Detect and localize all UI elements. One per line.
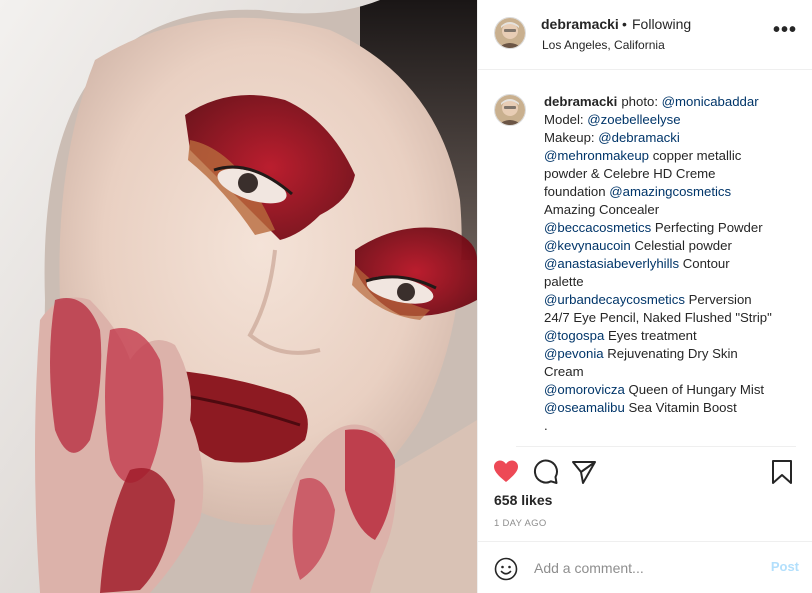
caption-line: foundation @amazingcosmetics [544,183,802,201]
caption-line: @beccacosmetics Perfecting Powder [544,219,802,237]
mention-link[interactable]: @urbandecaycosmetics [544,292,685,307]
location-link[interactable]: Los Angeles, California [542,38,665,52]
caption-line: 24/7 Eye Pencil, Naked Flushed "Strip" [544,309,802,327]
caption-line: Makeup: @debramacki [544,129,802,147]
avatar-image [495,18,525,48]
caption-text-segment: Celestial powder [630,238,732,253]
caption-line: @urbandecaycosmetics Perversion [544,291,802,309]
mention-link[interactable]: @mehronmakeup [544,148,649,163]
caption-text-segment: foundation [544,184,610,199]
caption-line: . [544,417,802,435]
post-comment-button[interactable]: Post [771,559,799,574]
mention-link[interactable]: @debramacki [598,130,680,145]
post-date[interactable]: 1 DAY AGO [494,518,547,529]
caption-text-segment: powder & Celebre HD Creme [544,166,716,181]
caption-text-segment: Amazing Concealer [544,202,660,217]
caption-text-segment: Contour [679,256,730,271]
comment-bar: Post [478,541,812,593]
action-bar [478,452,812,492]
mention-link[interactable]: @kevynaucoin [544,238,631,253]
header-username[interactable]: debramacki [541,16,619,32]
mention-link[interactable]: @amazingcosmetics [609,184,731,199]
caption-line: @mehronmakeup copper metallic [544,147,802,165]
caption-text-segment: copper metallic [649,148,742,163]
caption-text-segment: Model: [544,112,588,127]
mention-link[interactable]: @pevonia [544,346,604,361]
caption-line: palette [544,273,802,291]
avatar[interactable] [494,17,526,49]
caption-text-segment: 24/7 Eye Pencil, Naked Flushed "Strip" [544,310,772,325]
mention-link[interactable]: @omorovicza [544,382,625,397]
caption-line: debramacki photo: @monicabaddar [544,93,802,111]
mention-link[interactable]: @anastasiabeverlyhills [544,256,679,271]
caption-text-segment: . [544,418,548,433]
caption-line: @oseamalibu Sea Vitamin Boost [544,399,802,417]
caption-line: @togospa Eyes treatment [544,327,802,345]
caption-text-segment: Cream [544,364,584,379]
mention-link[interactable]: @monicabaddar [662,94,759,109]
caption-avatar[interactable] [494,94,526,126]
more-horizontal-icon[interactable]: ••• [773,20,797,40]
caption-text-segment: Rejuvenating Dry Skin [603,346,738,361]
mention-link[interactable]: @zoebelleelyse [587,112,680,127]
caption-text-segment: Sea Vitamin Boost [624,400,737,415]
divider [516,446,796,447]
caption-line: Model: @zoebelleelyse [544,111,802,129]
mention-link[interactable]: @oseamalibu [544,400,625,415]
caption-text-segment: Makeup: [544,130,599,145]
comment-icon[interactable] [531,458,559,486]
caption-text-segment: Queen of Hungary Mist [624,382,765,397]
caption-line: @omorovicza Queen of Hungary Mist [544,381,802,399]
likes-count[interactable]: 658 likes [494,492,552,508]
mention-link[interactable]: @togospa [544,328,604,343]
post-panel: debramacki • Following Los Angeles, Cali… [477,0,812,593]
caption-line: @anastasiabeverlyhills Contour [544,255,802,273]
caption-text-segment: photo: [621,94,662,109]
caption-line: Cream [544,363,802,381]
comment-input[interactable] [534,558,754,578]
caption-line: powder & Celebre HD Creme [544,165,802,183]
mention-link[interactable]: @beccacosmetics [544,220,651,235]
bookmark-icon[interactable] [768,458,796,486]
post-caption: debramacki photo: @monicabaddar Model: @zo… [478,70,812,440]
header-separator: • [622,16,627,32]
caption-text-segment: Perversion [684,292,752,307]
post-photo-portrait [0,0,477,593]
heart-filled-icon[interactable] [492,458,520,486]
emoji-icon[interactable] [494,557,518,581]
caption-text-segment: Eyes treatment [604,328,697,343]
caption-line: @kevynaucoin Celestial powder [544,237,802,255]
caption-text: debramacki photo: @monicabaddar Model: @zo… [544,93,802,435]
caption-line: @pevonia Rejuvenating Dry Skin [544,345,802,363]
caption-text-segment: palette [544,274,584,289]
avatar-image [495,95,525,125]
share-icon[interactable] [570,458,598,486]
instagram-post: debramacki • Following Los Angeles, Cali… [0,0,812,593]
post-image[interactable] [0,0,477,593]
caption-text-segment: Perfecting Powder [651,220,763,235]
following-button[interactable]: Following [632,16,691,32]
post-header: debramacki • Following Los Angeles, Cali… [478,0,812,70]
caption-username[interactable]: debramacki [544,94,617,109]
caption-line: Amazing Concealer [544,201,802,219]
